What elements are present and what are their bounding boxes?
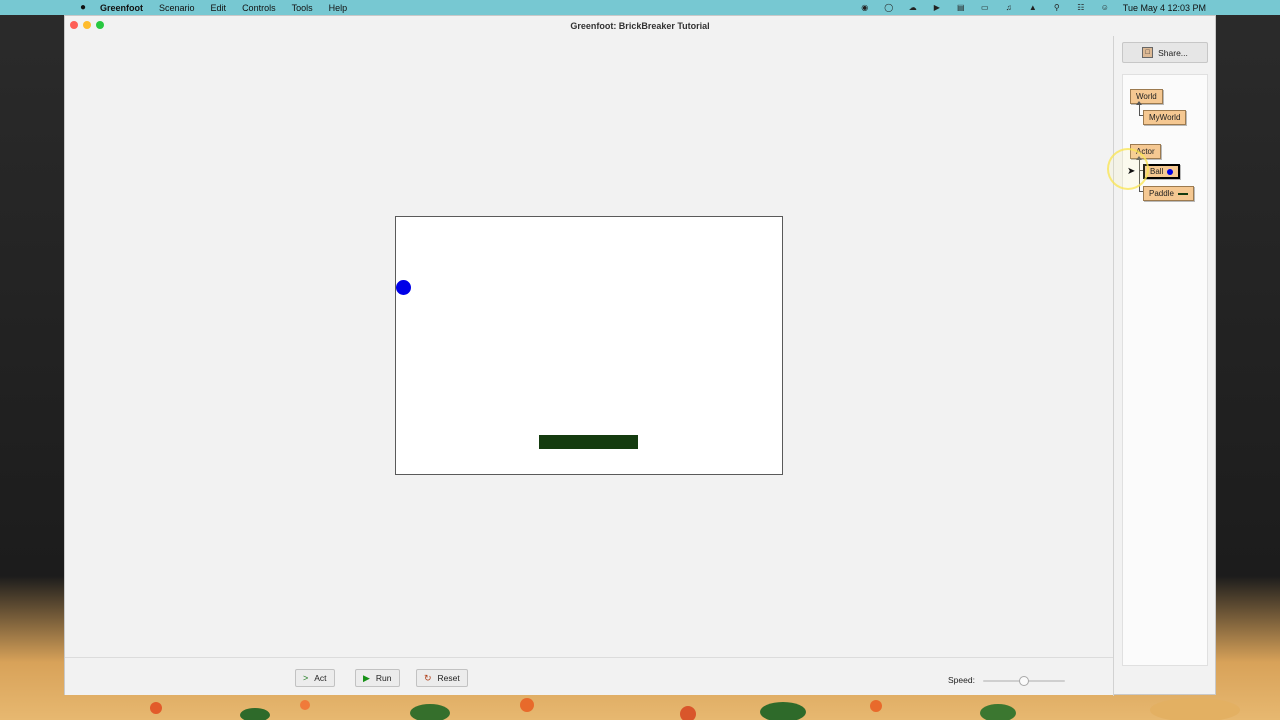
paddle-thumbnail-icon [1177,192,1188,195]
menu-controls[interactable]: Controls [242,3,276,13]
menu-edit[interactable]: Edit [211,3,227,13]
window-title: Greenfoot: BrickBreaker Tutorial [570,21,710,31]
battery-icon[interactable]: ▭ [979,3,991,12]
window-titlebar: Greenfoot: BrickBreaker Tutorial [65,16,1215,36]
volume-icon[interactable]: ♫ [1003,3,1015,12]
menubar-clock[interactable]: Tue May 4 12:03 PM [1123,3,1206,13]
class-panel: □ Share... World MyWorld Actor Ball Padd… [1122,42,1208,666]
world-area [65,36,1113,656]
minimize-window-button[interactable] [83,21,91,29]
menu-tools[interactable]: Tools [292,3,313,13]
ball-thumbnail-icon [1167,168,1174,175]
run-label: Run [375,673,392,683]
class-paddle-label: Paddle [1149,189,1174,198]
paddle-actor[interactable] [539,435,638,449]
class-ball-label: Ball [1150,167,1164,176]
act-icon: > [303,672,309,683]
siri-icon[interactable]: ◯ [883,3,895,12]
greenfoot-window: Greenfoot: BrickBreaker Tutorial > Act ▶… [64,15,1216,696]
search-icon[interactable]: ⚲ [1051,3,1063,12]
inherits-arrow-myworld [1136,101,1142,115]
speed-label: Speed: [948,675,975,685]
menu-help[interactable]: Help [329,3,348,13]
class-world[interactable]: World [1130,89,1163,104]
panel-divider[interactable] [1113,36,1114,696]
mouse-pointer-icon: ➤ [1127,166,1136,177]
world-canvas[interactable] [395,216,783,475]
act-label: Act [314,673,327,683]
class-myworld[interactable]: MyWorld [1143,110,1187,125]
menu-bar: ● Greenfoot Scenario Edit Controls Tools… [0,0,1280,15]
speed-slider[interactable] [983,676,1065,686]
ball-actor[interactable] [396,280,411,295]
control-center-icon[interactable]: ☷ [1075,3,1087,12]
reset-button[interactable]: ↻ Reset [416,669,468,687]
play-icon[interactable]: ▶ [931,3,943,12]
run-button[interactable]: ▶ Run [355,669,400,687]
user-icon[interactable]: ☺ [1099,3,1111,12]
share-icon: □ [1142,47,1154,58]
class-myworld-label: MyWorld [1149,113,1181,122]
act-button[interactable]: > Act [295,669,335,687]
class-paddle[interactable]: Paddle [1143,186,1194,201]
menu-scenario[interactable]: Scenario [159,3,195,13]
share-label: Share... [1158,47,1188,58]
close-window-button[interactable] [70,21,78,29]
execution-controls: > Act ▶ Run ↻ Reset Speed: [65,657,1113,695]
menu-greenfoot[interactable]: Greenfoot [100,3,143,13]
status-tray: ◉ ◯ ☁ ▶ ▤ ▭ ♫ ▲ ⚲ ☷ ☺ Tue May 4 12:03 PM [847,0,1206,15]
class-world-label: World [1136,92,1157,101]
speed-slider-thumb[interactable] [1019,676,1029,686]
window-controls [70,21,104,29]
wallpaper-flowers [0,694,1280,720]
reset-icon: ↻ [424,672,432,683]
reset-label: Reset [437,673,460,683]
share-button[interactable]: □ Share... [1122,42,1208,63]
calendar-icon[interactable]: ▤ [955,3,967,12]
zoom-window-button[interactable] [96,21,104,29]
wifi-icon[interactable]: ▲ [1027,3,1039,12]
run-icon: ▶ [363,672,370,683]
apple-icon[interactable]: ● [76,2,90,13]
screen-record-icon[interactable]: ◉ [859,3,871,12]
cloud-icon[interactable]: ☁ [907,3,919,12]
